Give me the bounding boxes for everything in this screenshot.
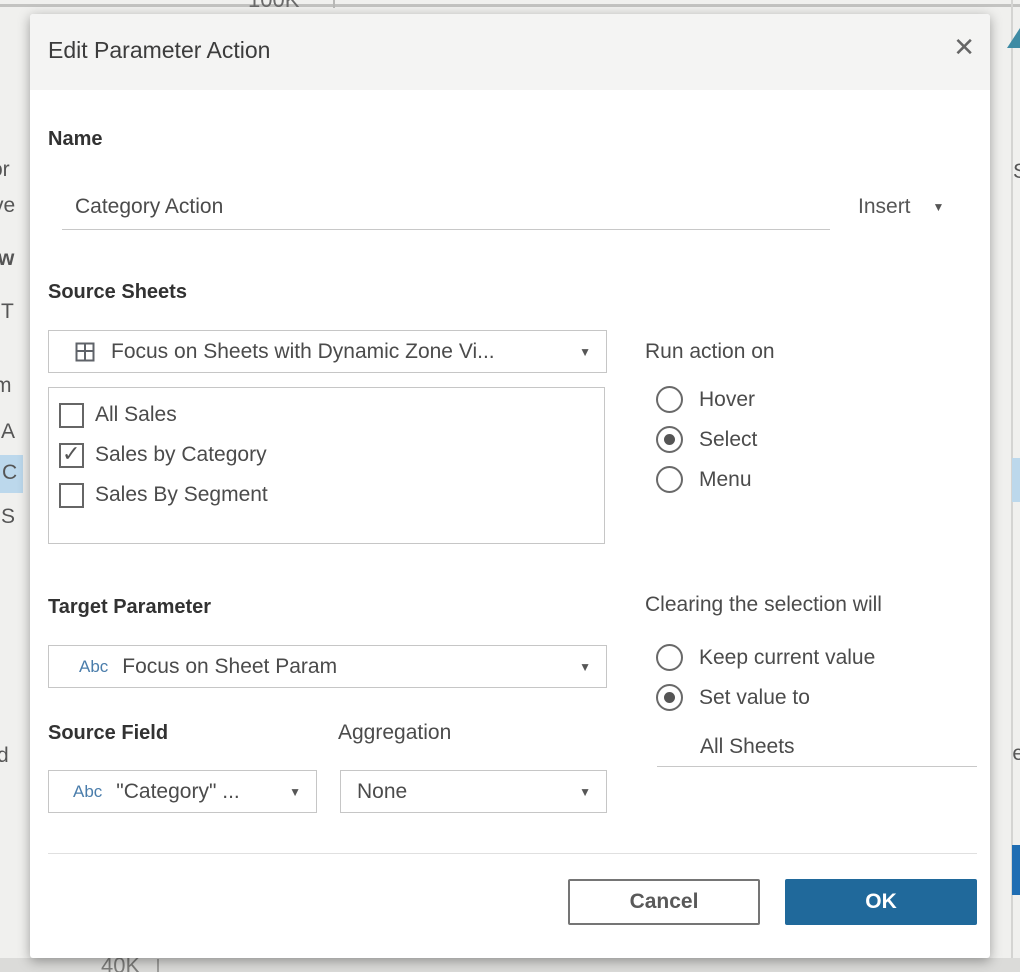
sheet-row-sales-by-category[interactable]: ✓ Sales by Category: [49, 435, 604, 475]
worksheet-grid-icon: [75, 342, 95, 361]
source-sheet-dropdown-value: Focus on Sheets with Dynamic Zone Vi...: [111, 339, 495, 363]
checkbox[interactable]: ✓: [59, 482, 84, 508]
insert-menu-button[interactable]: Insert ▼: [858, 195, 944, 219]
background-text-fragment: w: [0, 247, 15, 270]
radio-keep-current-value[interactable]: Keep current value: [656, 644, 875, 671]
radio-button[interactable]: [656, 426, 683, 453]
text-type-icon: Abc: [79, 656, 109, 676]
source-sheet-dropdown[interactable]: Focus on Sheets with Dynamic Zone Vi... …: [48, 330, 607, 373]
check-icon: ✓: [62, 440, 81, 466]
background-chart-shape: [1007, 28, 1020, 48]
background-text-fragment: d: [0, 744, 9, 767]
radio-hover[interactable]: Hover: [656, 386, 755, 413]
set-value-input-underline: [657, 766, 977, 767]
radio-label: Menu: [699, 467, 752, 491]
chevron-down-icon: ▼: [289, 785, 301, 799]
close-icon[interactable]: ✕: [953, 34, 975, 60]
background-axis-line: [333, 0, 335, 8]
background-text-fragment: ve: [0, 194, 16, 217]
name-label: Name: [48, 128, 103, 150]
dialog-title: Edit Parameter Action: [48, 37, 271, 63]
footer-divider: [48, 853, 977, 854]
chevron-down-icon: ▼: [579, 345, 591, 359]
checkbox[interactable]: ✓: [59, 402, 84, 428]
clearing-selection-label: Clearing the selection will: [645, 593, 882, 616]
sheet-row-sales-by-segment[interactable]: ✓ Sales By Segment: [49, 475, 604, 515]
radio-label: Select: [699, 427, 758, 451]
background-bottom-strip: [0, 958, 1020, 972]
chevron-down-icon: ▼: [932, 200, 945, 214]
background-text-fragment: T: [1, 300, 14, 323]
text-type-icon: Abc: [73, 781, 103, 801]
source-field-label: Source Field: [48, 722, 169, 744]
aggregation-dropdown[interactable]: None ▼: [340, 770, 607, 813]
radio-menu[interactable]: Menu: [656, 466, 752, 493]
target-parameter-dropdown[interactable]: Abc Focus on Sheet Param ▼: [48, 645, 607, 688]
background-gridline: [0, 4, 1020, 7]
ok-button[interactable]: OK: [785, 879, 977, 925]
aggregation-value: None: [357, 779, 408, 803]
radio-set-value-to[interactable]: Set value to: [656, 684, 810, 711]
screen: 100K or ve w T m A C S d S e 40K Edit Pa…: [0, 0, 1020, 972]
background-button-edge: [1012, 845, 1020, 895]
target-parameter-value: Focus on Sheet Param: [122, 654, 338, 678]
source-field-value: "Category" ...: [116, 779, 240, 803]
target-parameter-label: Target Parameter: [48, 596, 212, 618]
radio-select[interactable]: Select: [656, 426, 757, 453]
source-field-dropdown[interactable]: Abc "Category" ... ▼: [48, 770, 317, 813]
background-text-fragment: A: [1, 420, 16, 443]
sheet-label: All Sales: [95, 403, 177, 426]
background-text-fragment: or: [0, 158, 10, 181]
set-value-input[interactable]: All Sheets: [700, 735, 795, 759]
radio-button[interactable]: [656, 684, 683, 711]
sheet-label: Sales By Segment: [95, 483, 268, 506]
background-text-fragment: S: [1, 505, 16, 528]
background-text-fragment: S: [1012, 160, 1020, 183]
name-input-underline: [62, 229, 830, 230]
run-action-on-label: Run action on: [645, 340, 775, 363]
sheet-row-all-sales[interactable]: ✓ All Sales: [49, 395, 604, 435]
radio-button[interactable]: [656, 466, 683, 493]
radio-button[interactable]: [656, 386, 683, 413]
background-text-fragment: m: [0, 374, 12, 397]
edit-parameter-action-dialog: Edit Parameter Action ✕ Name Category Ac…: [30, 14, 990, 958]
aggregation-label: Aggregation: [338, 721, 452, 744]
chevron-down-icon: ▼: [579, 785, 591, 799]
sheet-label: Sales by Category: [95, 443, 267, 466]
dialog-titlebar: Edit Parameter Action ✕: [30, 14, 990, 90]
cancel-button[interactable]: Cancel: [568, 879, 760, 925]
name-input[interactable]: Category Action: [75, 195, 223, 219]
radio-label: Keep current value: [699, 645, 876, 669]
source-sheets-list: ✓ All Sales ✓ Sales by Category ✓ Sales …: [48, 387, 605, 544]
background-axis-tick-top: 100K: [248, 0, 299, 13]
background-text-fragment: e: [1012, 742, 1020, 765]
insert-label: Insert: [858, 195, 911, 218]
checkbox[interactable]: ✓: [59, 440, 84, 468]
radio-button[interactable]: [656, 644, 683, 671]
source-sheets-label: Source Sheets: [48, 281, 187, 303]
background-axis-line: [157, 959, 159, 972]
background-selection-highlight: [1012, 458, 1020, 502]
chevron-down-icon: ▼: [579, 660, 591, 674]
background-text-fragment: C: [2, 461, 18, 484]
radio-label: Hover: [699, 387, 756, 411]
radio-label: Set value to: [699, 685, 810, 709]
